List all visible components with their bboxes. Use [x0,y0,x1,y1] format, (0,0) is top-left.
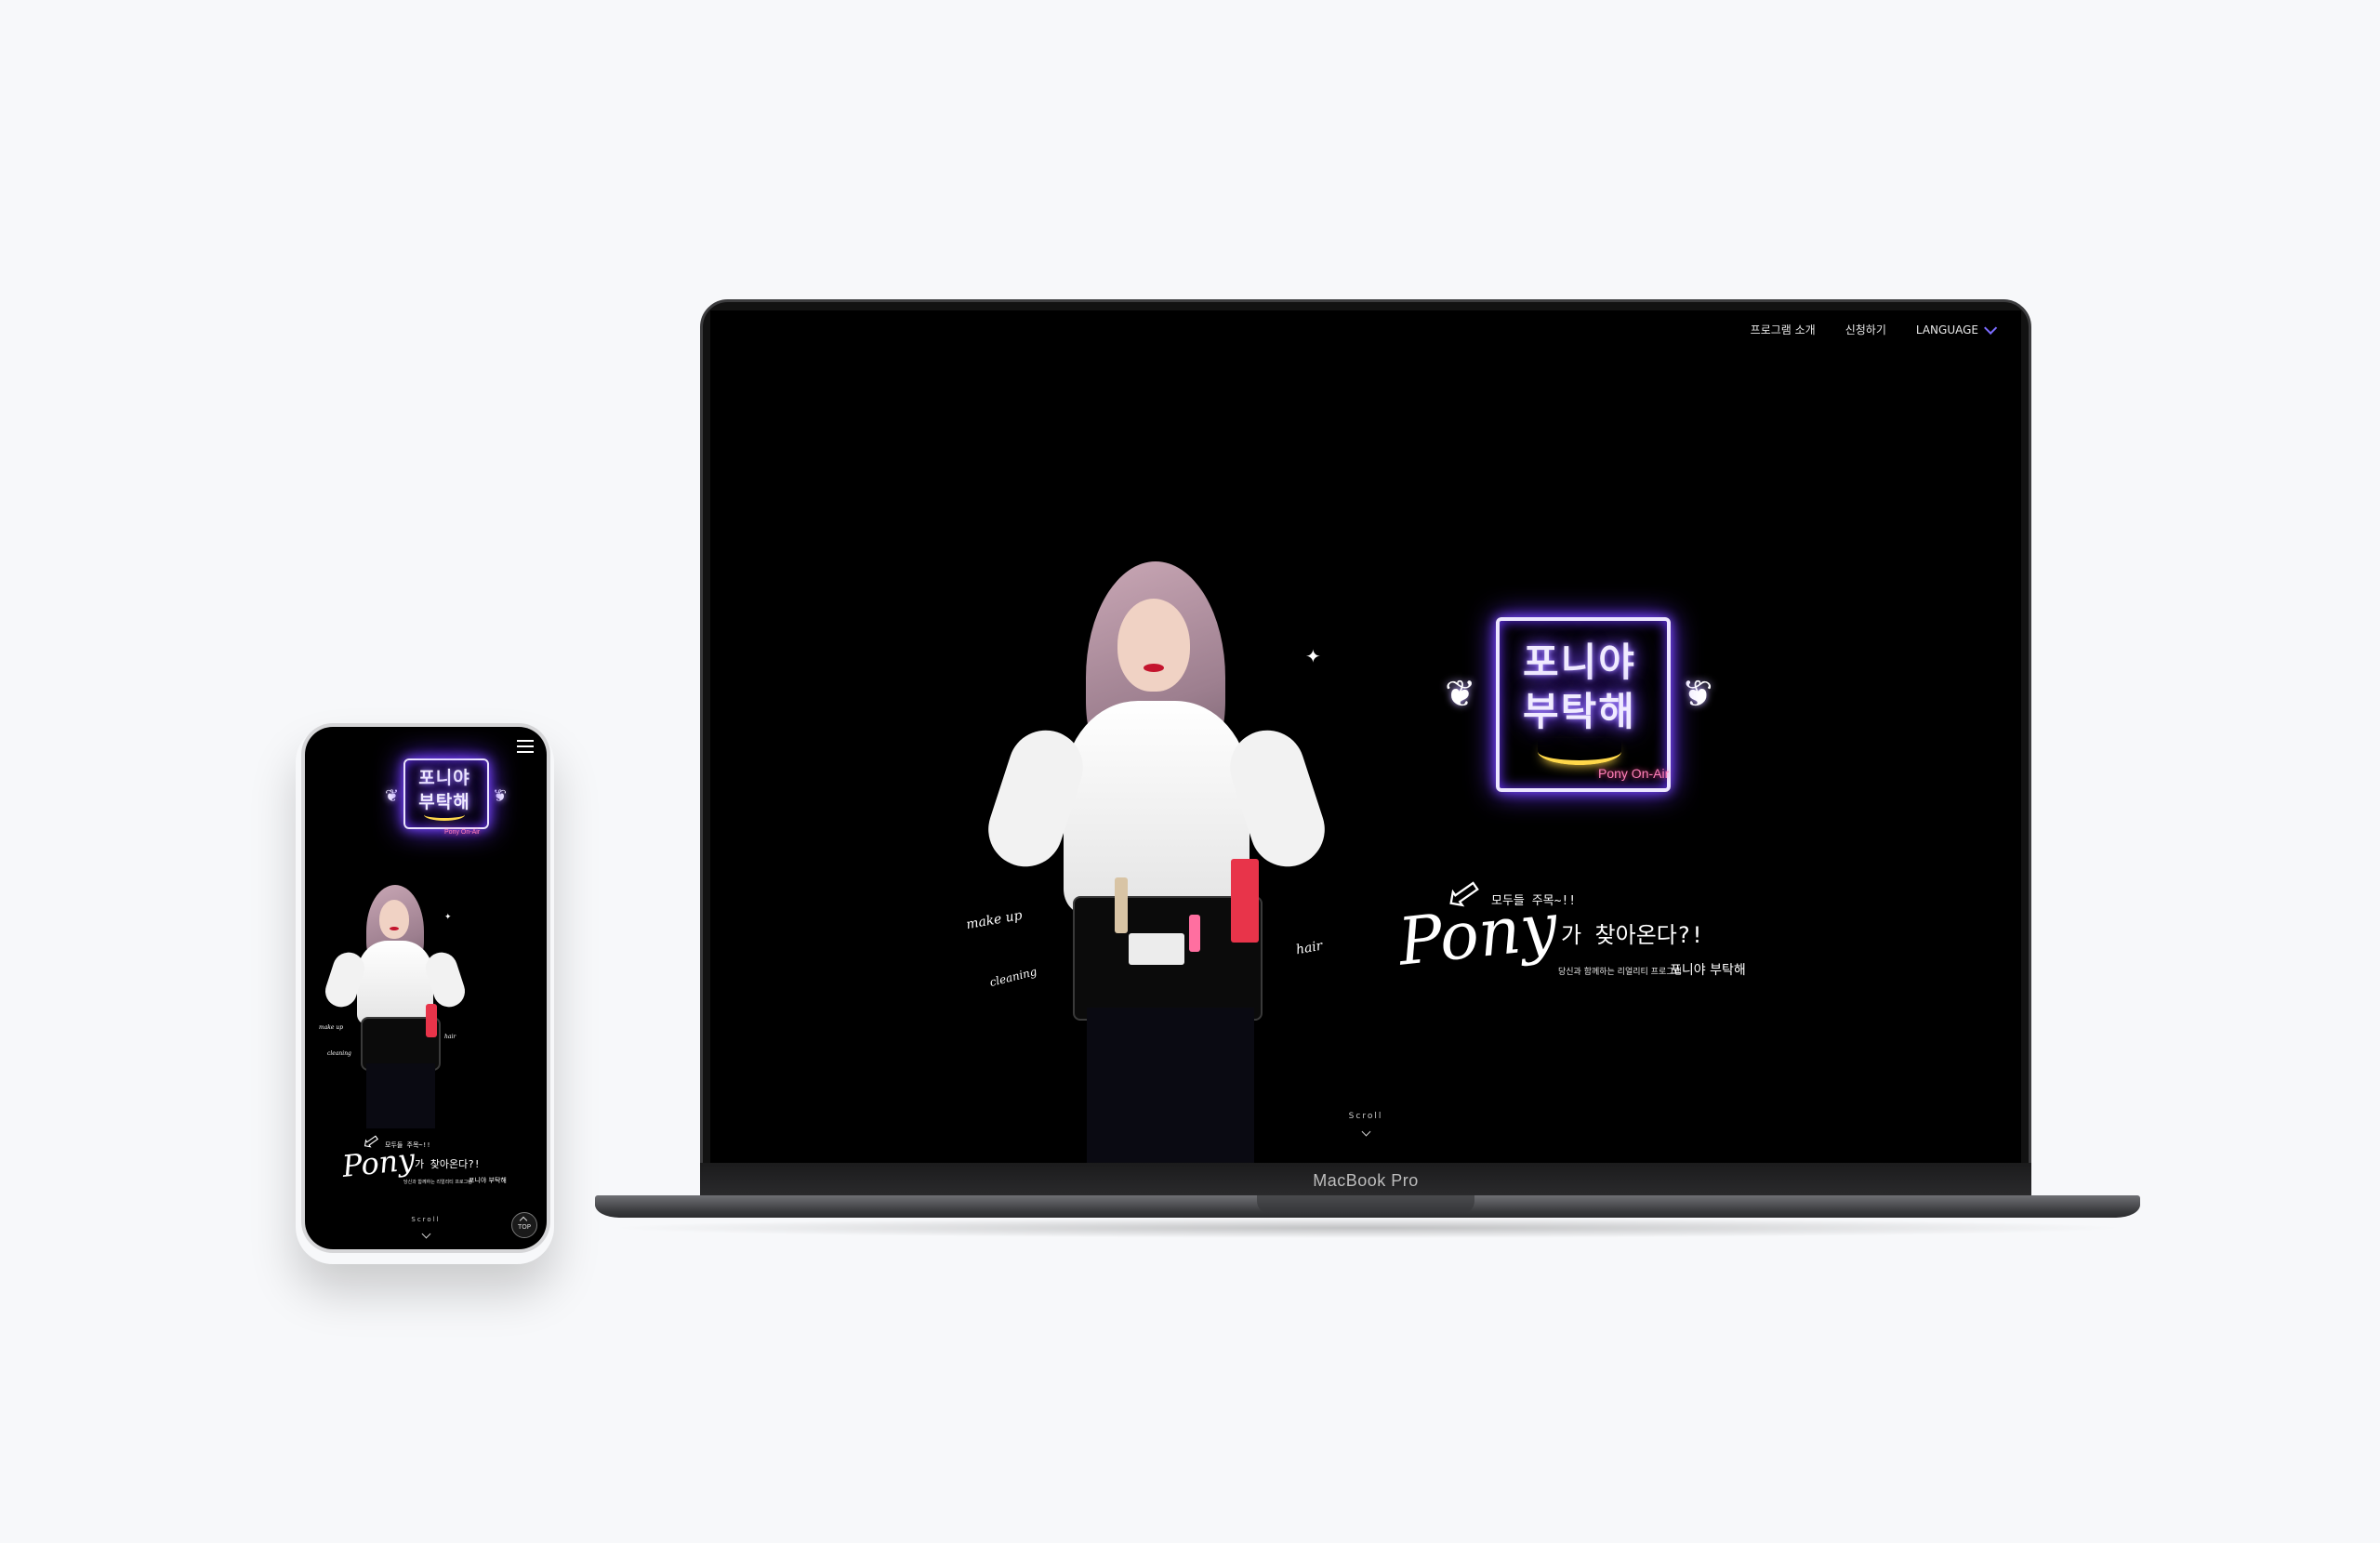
mobile-label-makeup: make up [319,1024,344,1031]
figure-shirt [1064,701,1250,915]
nav-item-apply[interactable]: 신청하기 [1845,322,1886,337]
comb-icon [1129,933,1184,965]
sparkle-icon: ✦ [1305,645,1321,667]
mobile-neon-sign: ❦ ❦ 포니야 부탁해 Pony On-Air [385,755,519,857]
mobile-hero-figure: make up cleaning hair ✦ [314,885,500,1136]
hero-figure: make up cleaning hair ✦ [961,561,1408,1163]
mobile-figure-shirt [357,941,433,1024]
mobile-neon-line-1: 포니야 [418,768,470,788]
mobile-label-hair: hair [444,1034,456,1040]
mobile-scroll-label: Scroll [411,1216,441,1223]
label-hair: hair [1294,938,1324,958]
scroll-chevron-icon [1361,1127,1370,1137]
desktop-nav: 프로그램 소개 신청하기 LANGUAGE [1751,321,1998,337]
mobile-left-wing-icon: ❦ [385,786,400,806]
scissors-icon [1189,915,1200,952]
top-button-label: TOP [517,1223,531,1231]
nav-item-program[interactable]: 프로그램 소개 [1751,322,1816,337]
mobile-scroll-chevron-icon [421,1229,430,1239]
hamburger-menu-icon[interactable] [517,740,534,757]
right-wing-icon: ❦ [1682,673,1713,716]
mobile-hair-brush-icon [426,1004,437,1037]
chevron-down-icon [1984,321,1998,335]
neon-sign: ❦ ❦ 포니야 부탁해 Pony On-Air [1417,534,1742,868]
hair-brush-icon [1231,859,1259,943]
mobile-scroll-indicator[interactable]: Scroll [398,1216,454,1241]
mobile-headline-block: ⇦ 모두들 주목~!! Pony 가 찾아온다?! 당신과 함께하는 리얼리티 … [340,1128,528,1210]
language-label: LANGUAGE [1915,323,1978,336]
left-wing-icon: ❦ [1445,673,1476,716]
mobile-screen: ❦ ❦ 포니야 부탁해 Pony On-Air make up cleaning… [305,727,547,1249]
mobile-figure-lips [390,927,399,930]
figure-face [1117,599,1190,692]
label-cleaning: cleaning [988,964,1038,990]
laptop-shadow [604,1218,2131,1238]
scroll-label: Scroll [1348,1112,1383,1121]
headline-desc-bold: 포니야 부탁해 [1670,963,1746,978]
top-button[interactable]: TOP [511,1212,537,1238]
desktop-screen: 프로그램 소개 신청하기 LANGUAGE make up cleaning h… [710,310,2021,1163]
figure-lips [1144,664,1164,672]
mobile-neon-subtitle: Pony On-Air [444,829,481,836]
mobile-sparkle-icon: ✦ [444,913,452,922]
label-makeup: make up [965,907,1024,933]
makeup-brush-icon [1115,877,1128,933]
laptop-notch [1257,1195,1474,1214]
laptop-chin: MacBook Pro [700,1163,2031,1195]
mobile-headline-coming: 가 찾아온다?! [415,1158,481,1170]
headline-desc: 당신과 함께하는 리얼리티 프로그램 [1558,968,1682,977]
neon-line-1: 포니야 [1523,640,1636,685]
mobile-neon-smile [424,809,465,821]
headline-block: ⇦ 모두들 주목~!! Pony 가 찾아온다?! 당신과 함께하는 리얼리티 … [1395,863,1770,1063]
neon-line-2: 부탁해 [1523,689,1636,734]
mobile-right-wing-icon: ❦ [493,786,508,806]
figure-pants [1087,1008,1254,1163]
mobile-figure-face [379,900,409,939]
neon-subtitle: Pony On-Air [1598,766,1670,781]
mobile-headline-desc-bold: 포니야 부탁해 [469,1177,507,1184]
mobile-headline-desc: 당신과 함께하는 리얼리티 프로그램 [403,1180,472,1185]
mobile-figure-pants [366,1063,435,1128]
scroll-indicator[interactable]: Scroll [1345,1112,1386,1139]
mobile-label-cleaning: cleaning [327,1050,351,1057]
headline-coming: 가 찾아온다?! [1561,922,1704,948]
device-label: MacBook Pro [1313,1171,1419,1190]
language-dropdown[interactable]: LANGUAGE [1915,321,1998,336]
neon-smile [1538,738,1621,765]
headline-script: Pony [1395,888,1561,981]
